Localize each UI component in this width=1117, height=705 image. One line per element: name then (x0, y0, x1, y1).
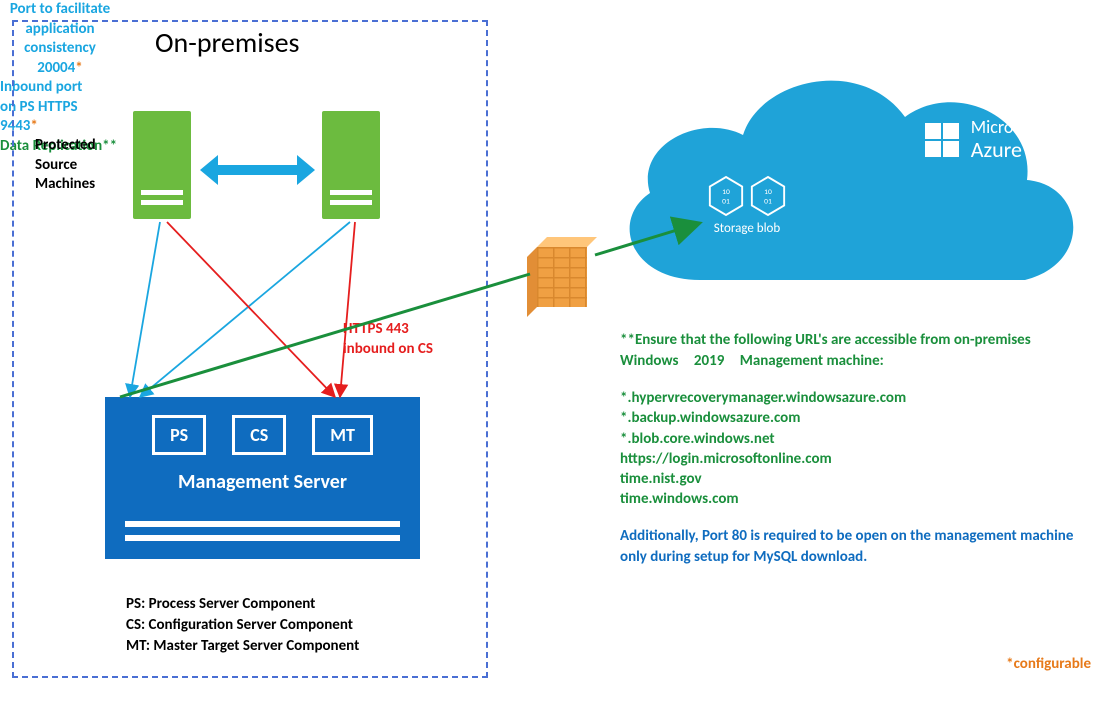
on-premises-title: On-premises (155, 25, 299, 60)
microsoft-azure-logo: Microsoft Azure (925, 118, 1041, 162)
url-list: *.hypervrecoverymanager.windowsazure.com… (620, 388, 1080, 510)
svg-text:10: 10 (722, 188, 730, 197)
url-item: https://login.microsoftonline.com (620, 449, 1080, 469)
svg-text:01: 01 (722, 198, 730, 207)
windows-logo-icon (925, 123, 959, 157)
url-item: *.backup.windowsazure.com (620, 408, 1080, 428)
protected-source-machines-label: Protected Source Machines (35, 136, 96, 195)
ensure-suffix: Management machine: (740, 352, 884, 370)
source-server-right-icon (322, 111, 380, 219)
azure-cloud-icon (595, 25, 1095, 315)
svg-text:10: 10 (764, 188, 772, 197)
url-item: time.windows.com (620, 489, 1080, 509)
azure-requirements-text: **Ensure that the following URL's are ac… (620, 330, 1080, 568)
configurable-note: *configurable (1006, 655, 1091, 673)
legend-ps: PS: Process Server Component (126, 594, 359, 615)
azure-brand-bottom: Azure (971, 138, 1041, 162)
additional-port-note: Additionally, Port 80 is required to be … (620, 526, 1080, 568)
firewall-icon (525, 235, 600, 310)
ensure-text: **Ensure that the following URL's are ac… (620, 330, 1080, 372)
windows-version: 2019 (682, 352, 736, 370)
ps-component-box: PS (152, 415, 206, 455)
component-legend: PS: Process Server Component CS: Configu… (126, 594, 359, 657)
url-item: *.blob.core.windows.net (620, 429, 1080, 449)
mt-component-box: MT (312, 415, 373, 455)
cs-component-box: CS (232, 415, 286, 455)
storage-blob-label: Storage blob (714, 221, 780, 236)
azure-brand-top: Microsoft (971, 118, 1041, 138)
source-server-left-icon (133, 111, 191, 219)
legend-cs: CS: Configuration Server Component (126, 615, 359, 636)
management-server-title: Management Server (105, 470, 420, 494)
management-server-box: PS CS MT Management Server (105, 397, 420, 559)
url-item: time.nist.gov (620, 469, 1080, 489)
bidirectional-arrow-icon (200, 155, 315, 185)
legend-mt: MT: Master Target Server Component (126, 636, 359, 657)
url-item: *.hypervrecoverymanager.windowsazure.com (620, 388, 1080, 408)
svg-text:01: 01 (764, 198, 772, 207)
storage-blob-icon: 1001 1001 Storage blob (707, 175, 787, 236)
https-443-label: HTTPS 443 inbound on CS (343, 320, 433, 359)
